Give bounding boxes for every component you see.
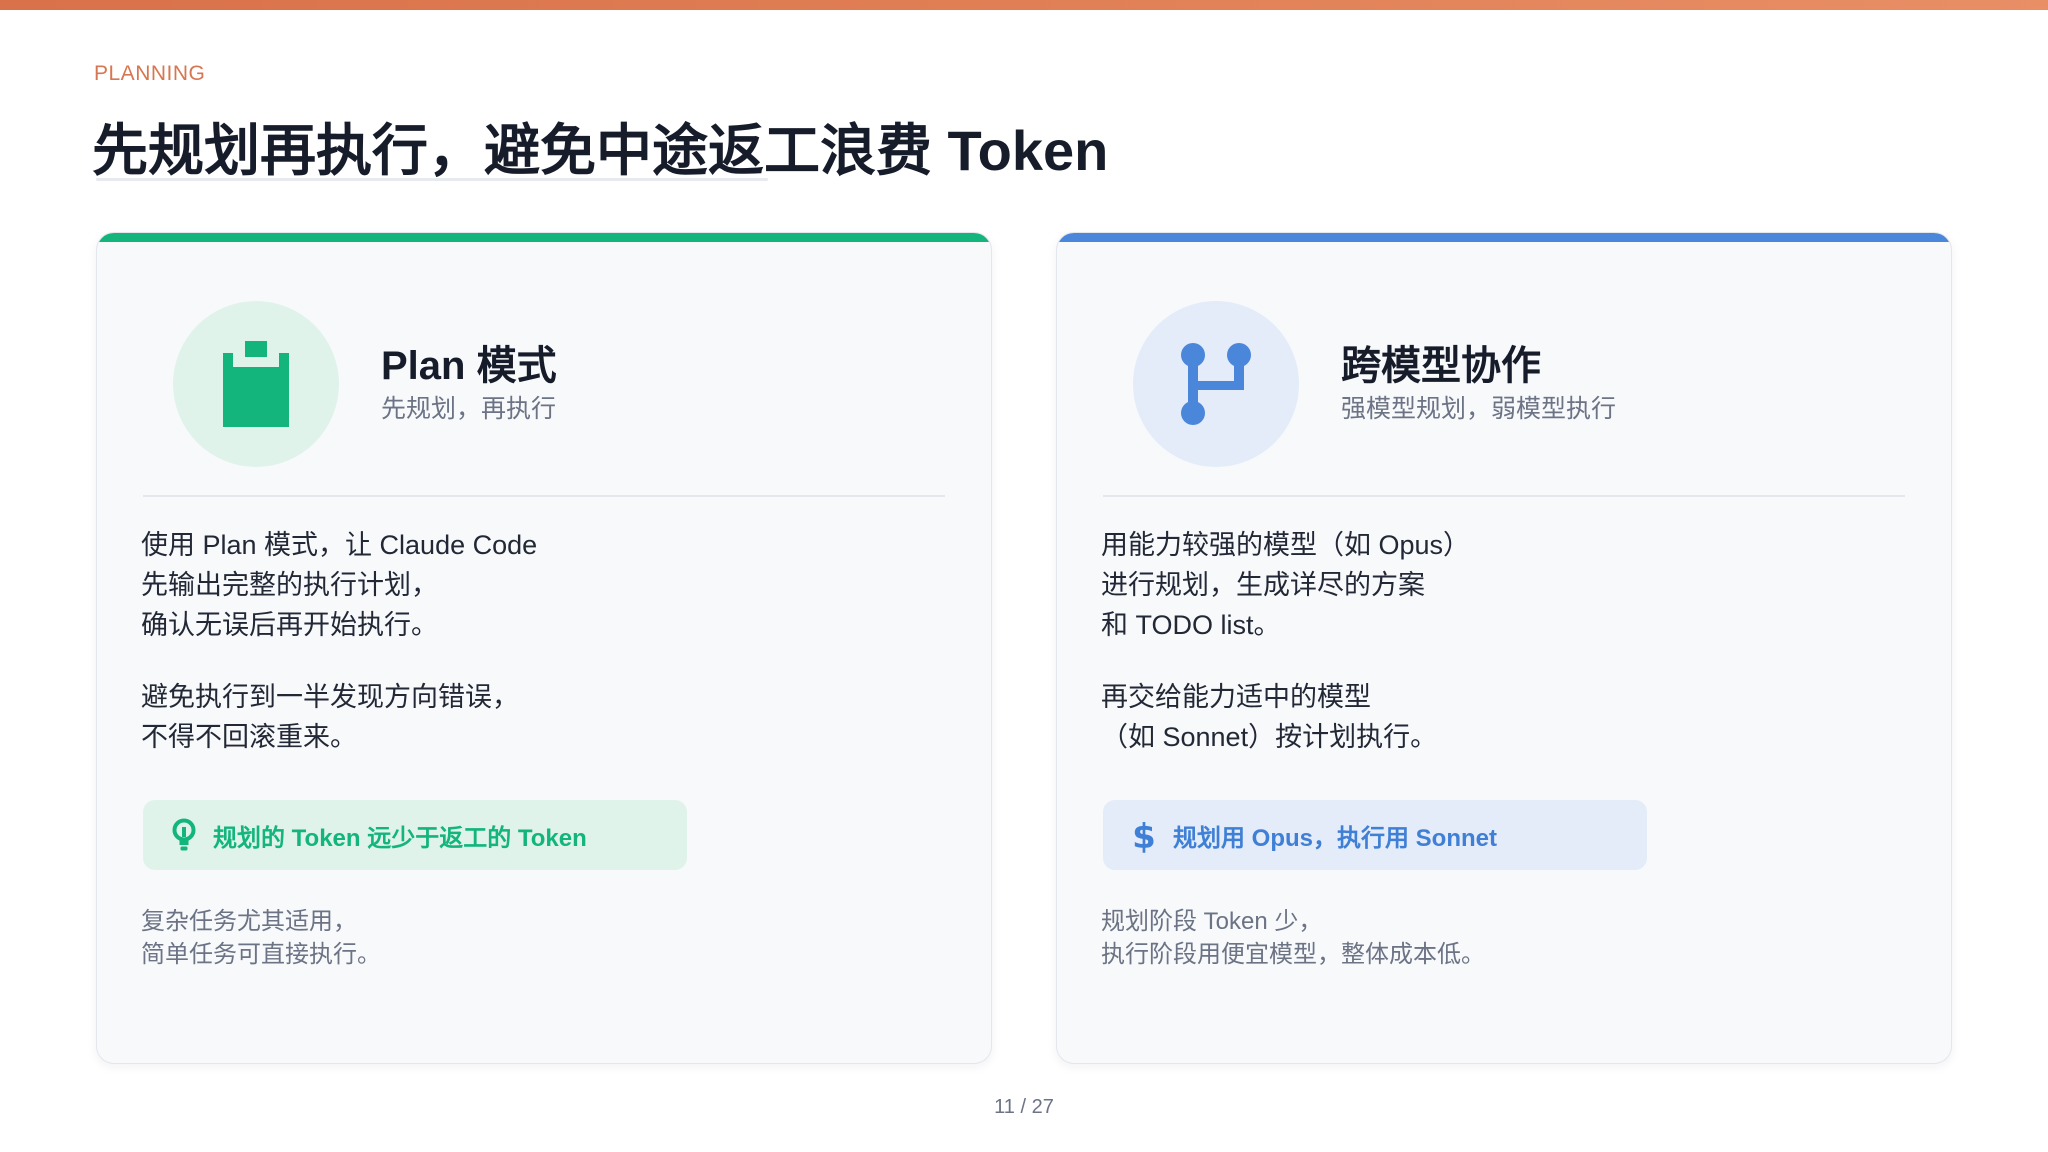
card-accent-bar — [97, 233, 991, 242]
svg-text:$: $ — [1132, 817, 1156, 853]
card-divider — [143, 495, 945, 497]
page-title: 先规划再执行，避免中途返工浪费 Token — [92, 119, 1109, 182]
pill-text: 规划的 Token 远少于返工的 Token — [213, 824, 587, 852]
card-subtitle: 强模型规划，弱模型执行 — [1341, 395, 1617, 423]
card-subtitle: 先规划，再执行 — [381, 395, 557, 423]
card-paragraph-2: 再交给能力适中的模型 （如 Sonnet）按计划执行。 — [1101, 677, 1437, 757]
text-line: 先输出完整的执行计划， — [141, 570, 438, 600]
text-line: 简单任务可直接执行。 — [141, 941, 381, 968]
pill-text: 规划用 Opus，执行用 Sonnet — [1173, 824, 1497, 852]
card-note: 规划阶段 Token 少， 执行阶段用便宜模型，整体成本低。 — [1101, 905, 1485, 971]
card-paragraph-1: 使用 Plan 模式，让 Claude Code 先输出完整的执行计划， 确认无… — [141, 525, 537, 645]
card-divider — [1103, 495, 1905, 497]
text-line: 复杂任务尤其适用， — [141, 908, 357, 935]
top-accent-bar — [0, 0, 2048, 10]
section-eyebrow: PLANNING — [94, 62, 206, 85]
card-title: 跨模型协作 — [1341, 344, 1541, 388]
text-line: 避免执行到一半发现方向错误， — [141, 682, 519, 712]
text-line: 规划阶段 Token 少， — [1101, 908, 1323, 935]
plan-mode-card: Plan 模式 先规划，再执行 使用 Plan 模式，让 Claude Code… — [96, 232, 992, 1064]
text-line: 使用 Plan 模式，让 Claude Code — [141, 530, 538, 560]
dollar-icon: $ — [1129, 817, 1159, 853]
text-line: 不得不回滚重来。 — [141, 722, 357, 752]
page-number: 11 / 27 — [994, 1096, 1054, 1118]
card-paragraph-2: 避免执行到一半发现方向错误， 不得不回滚重来。 — [141, 677, 519, 757]
card-accent-bar — [1057, 233, 1951, 242]
highlight-pill: $ 规划用 Opus，执行用 Sonnet — [1103, 800, 1647, 870]
clipboard-icon-badge — [173, 301, 339, 467]
card-paragraph-1: 用能力较强的模型（如 Opus） 进行规划，生成详尽的方案 和 TODO lis… — [1101, 525, 1470, 645]
lightbulb-icon — [169, 817, 199, 853]
title-underline — [96, 178, 768, 181]
branch-icon-badge — [1133, 301, 1299, 467]
clipboard-icon — [223, 341, 289, 427]
text-line: 确认无误后再开始执行。 — [141, 610, 438, 640]
cross-model-card: 跨模型协作 强模型规划，弱模型执行 用能力较强的模型（如 Opus） 进行规划，… — [1056, 232, 1952, 1064]
text-line: 和 TODO list。 — [1101, 610, 1281, 640]
text-line: 进行规划，生成详尽的方案 — [1101, 570, 1425, 600]
text-line: 再交给能力适中的模型 — [1101, 682, 1371, 712]
card-note: 复杂任务尤其适用， 简单任务可直接执行。 — [141, 905, 381, 971]
highlight-pill: 规划的 Token 远少于返工的 Token — [143, 800, 687, 870]
branch-icon — [1181, 343, 1251, 425]
card-title: Plan 模式 — [381, 344, 557, 388]
text-line: 执行阶段用便宜模型，整体成本低。 — [1101, 941, 1485, 968]
text-line: （如 Sonnet）按计划执行。 — [1101, 722, 1438, 752]
text-line: 用能力较强的模型（如 Opus） — [1101, 530, 1471, 560]
